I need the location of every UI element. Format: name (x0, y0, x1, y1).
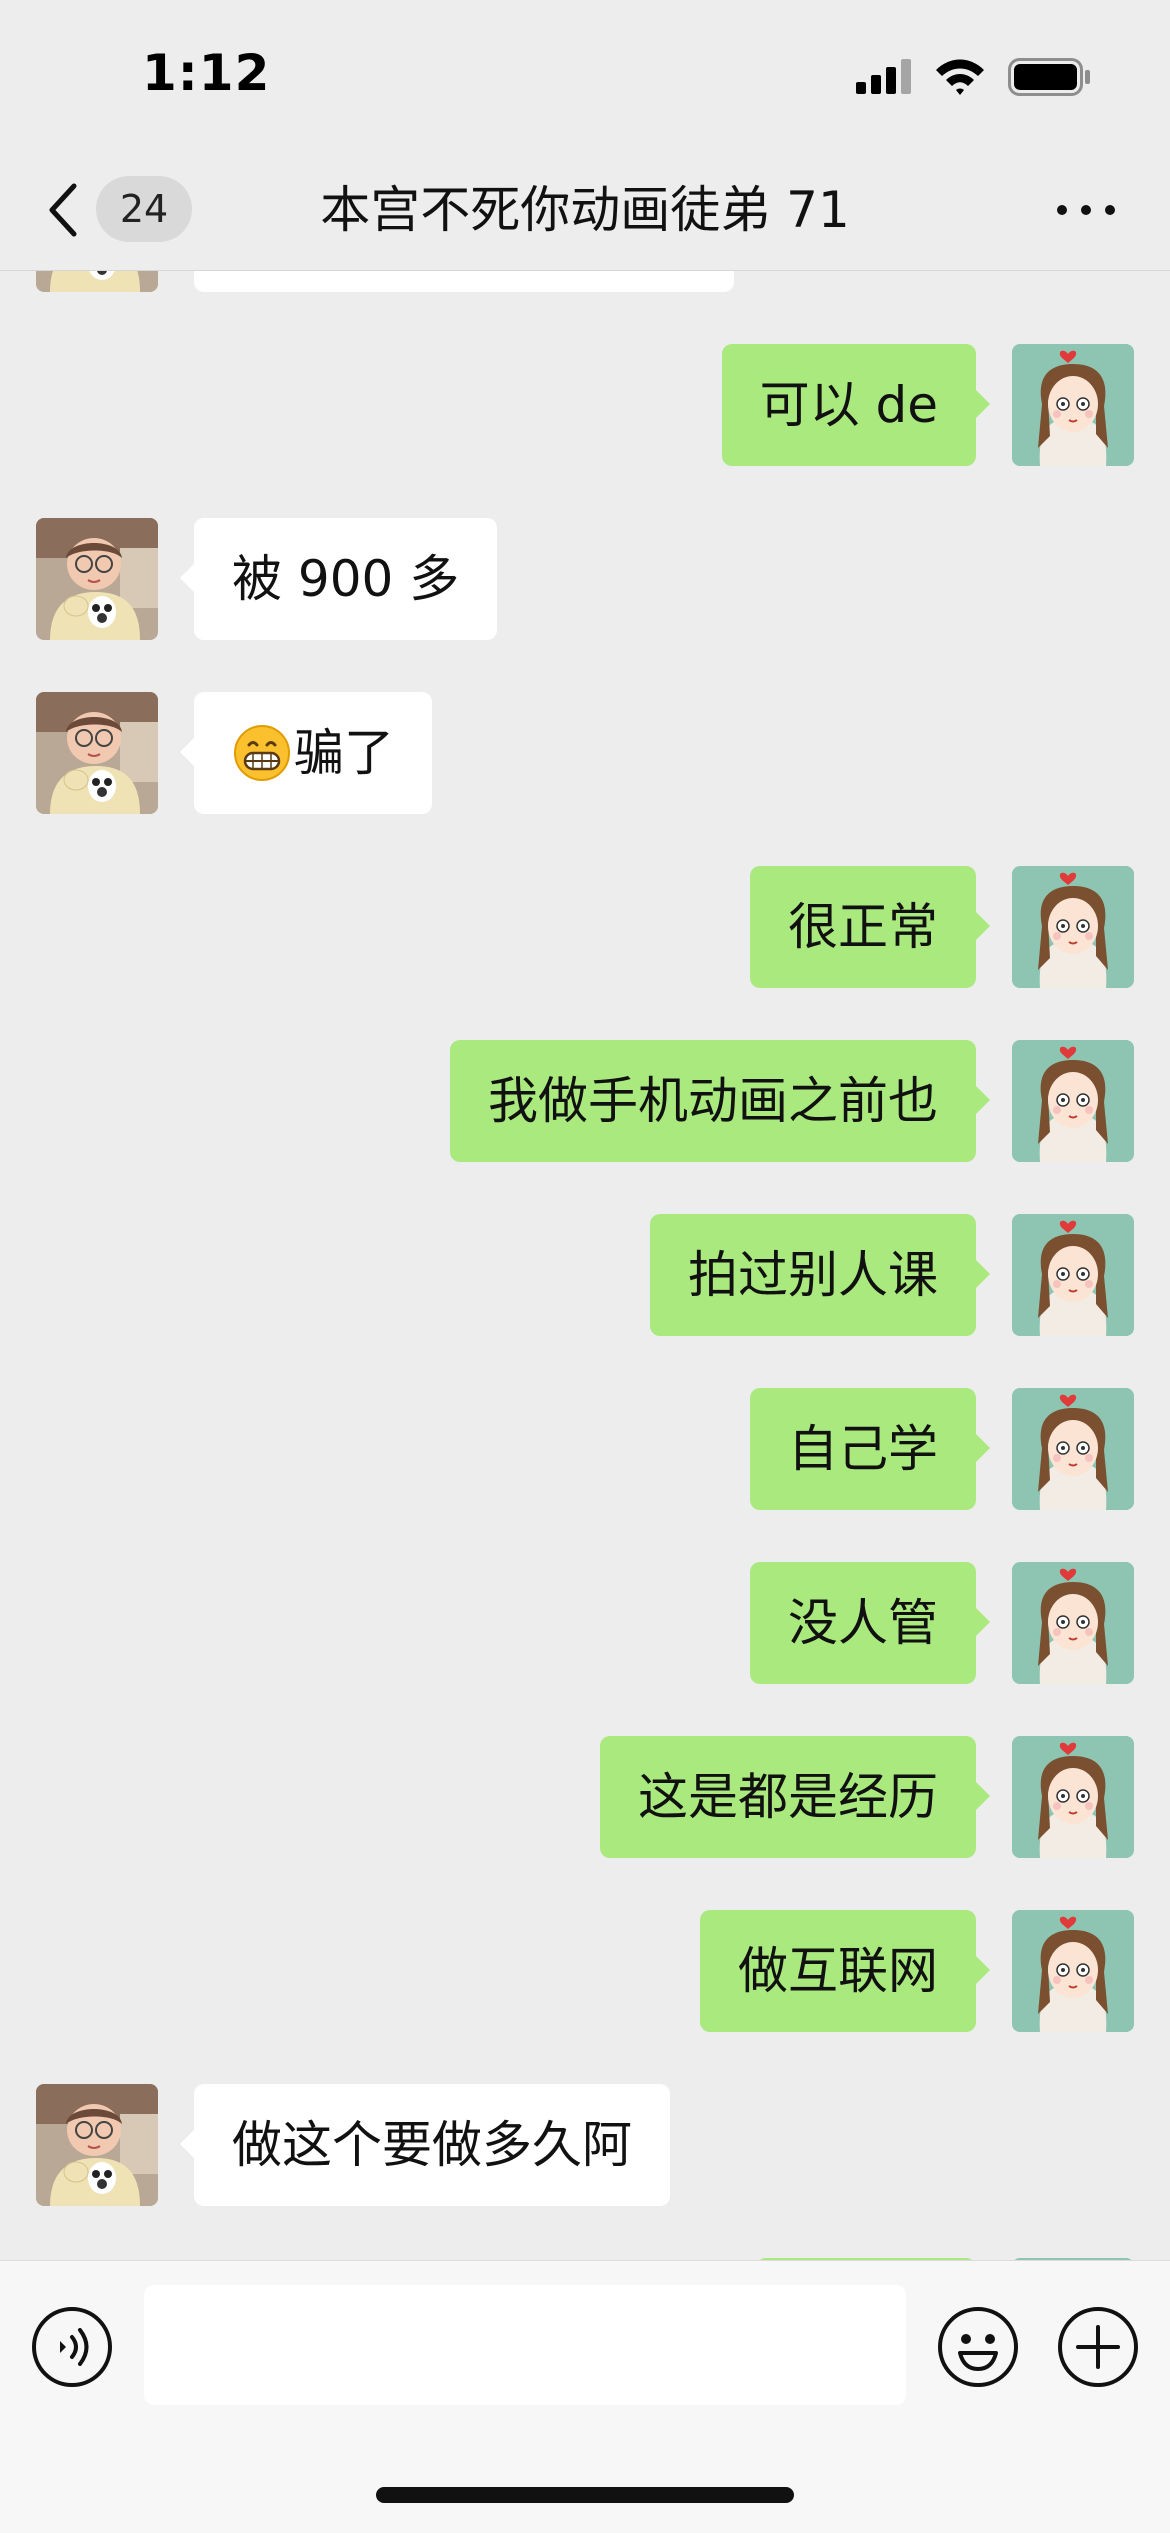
message-bubble[interactable]: 被 900 多 (179, 518, 498, 640)
my-avatar[interactable] (1012, 1388, 1134, 1510)
my-avatar[interactable] (1012, 1910, 1134, 2032)
message-bubble[interactable]: 没人管 (750, 1562, 990, 1684)
message-bubble[interactable]: 做互联网 (700, 1910, 990, 2032)
emoji-icon[interactable] (936, 2305, 1020, 2389)
grinning-face-icon (232, 723, 292, 783)
contact-avatar[interactable] (36, 270, 158, 292)
message-bubble[interactable]: 很正常 (750, 866, 990, 988)
message-bubble[interactable]: 可以 de (721, 344, 991, 466)
input-bar (0, 2260, 1170, 2533)
contact-avatar[interactable] (36, 2084, 158, 2206)
message-input[interactable] (144, 2285, 906, 2405)
status-bar: 1:12 (0, 0, 1170, 150)
status-time: 1:12 (142, 44, 271, 102)
voice-icon[interactable] (30, 2305, 114, 2389)
battery-icon (1008, 58, 1090, 96)
home-indicator[interactable] (376, 2487, 794, 2503)
contact-avatar[interactable] (36, 692, 158, 814)
my-avatar[interactable] (1012, 1040, 1134, 1162)
nav-bar: 24 本宫不死你动画徒弟 71 (0, 150, 1170, 271)
message-bubble[interactable]: 骗了 (180, 692, 432, 814)
more-icon[interactable] (1054, 190, 1118, 230)
message-list[interactable]: 可以 de 被 900 多 骗了 很正常 我做手机动画之前也 拍过别人课 自己学… (0, 270, 1170, 2260)
my-avatar[interactable] (1012, 1736, 1134, 1858)
back-icon[interactable] (44, 180, 84, 240)
my-avatar[interactable] (1012, 1562, 1134, 1684)
message-bubble[interactable] (194, 270, 734, 292)
my-avatar[interactable] (1012, 1214, 1134, 1336)
message-bubble[interactable]: 拍过别人课 (650, 1214, 990, 1336)
message-bubble[interactable]: 自己学 (750, 1388, 990, 1510)
my-avatar[interactable] (1012, 344, 1134, 466)
message-text: 骗了 (294, 724, 394, 782)
my-avatar[interactable] (1012, 866, 1134, 988)
wifi-icon (936, 59, 984, 95)
signal-icon (856, 59, 911, 94)
chat-title: 本宫不死你动画徒弟 71 (320, 181, 850, 239)
message-bubble[interactable]: 这是都是经历 (600, 1736, 990, 1858)
message-bubble[interactable]: 做这个要做多久阿 (180, 2084, 670, 2206)
contact-avatar[interactable] (36, 518, 158, 640)
plus-icon[interactable] (1056, 2305, 1140, 2389)
message-bubble[interactable]: 我做手机动画之前也 (450, 1040, 990, 1162)
unread-count-badge[interactable]: 24 (96, 176, 192, 242)
